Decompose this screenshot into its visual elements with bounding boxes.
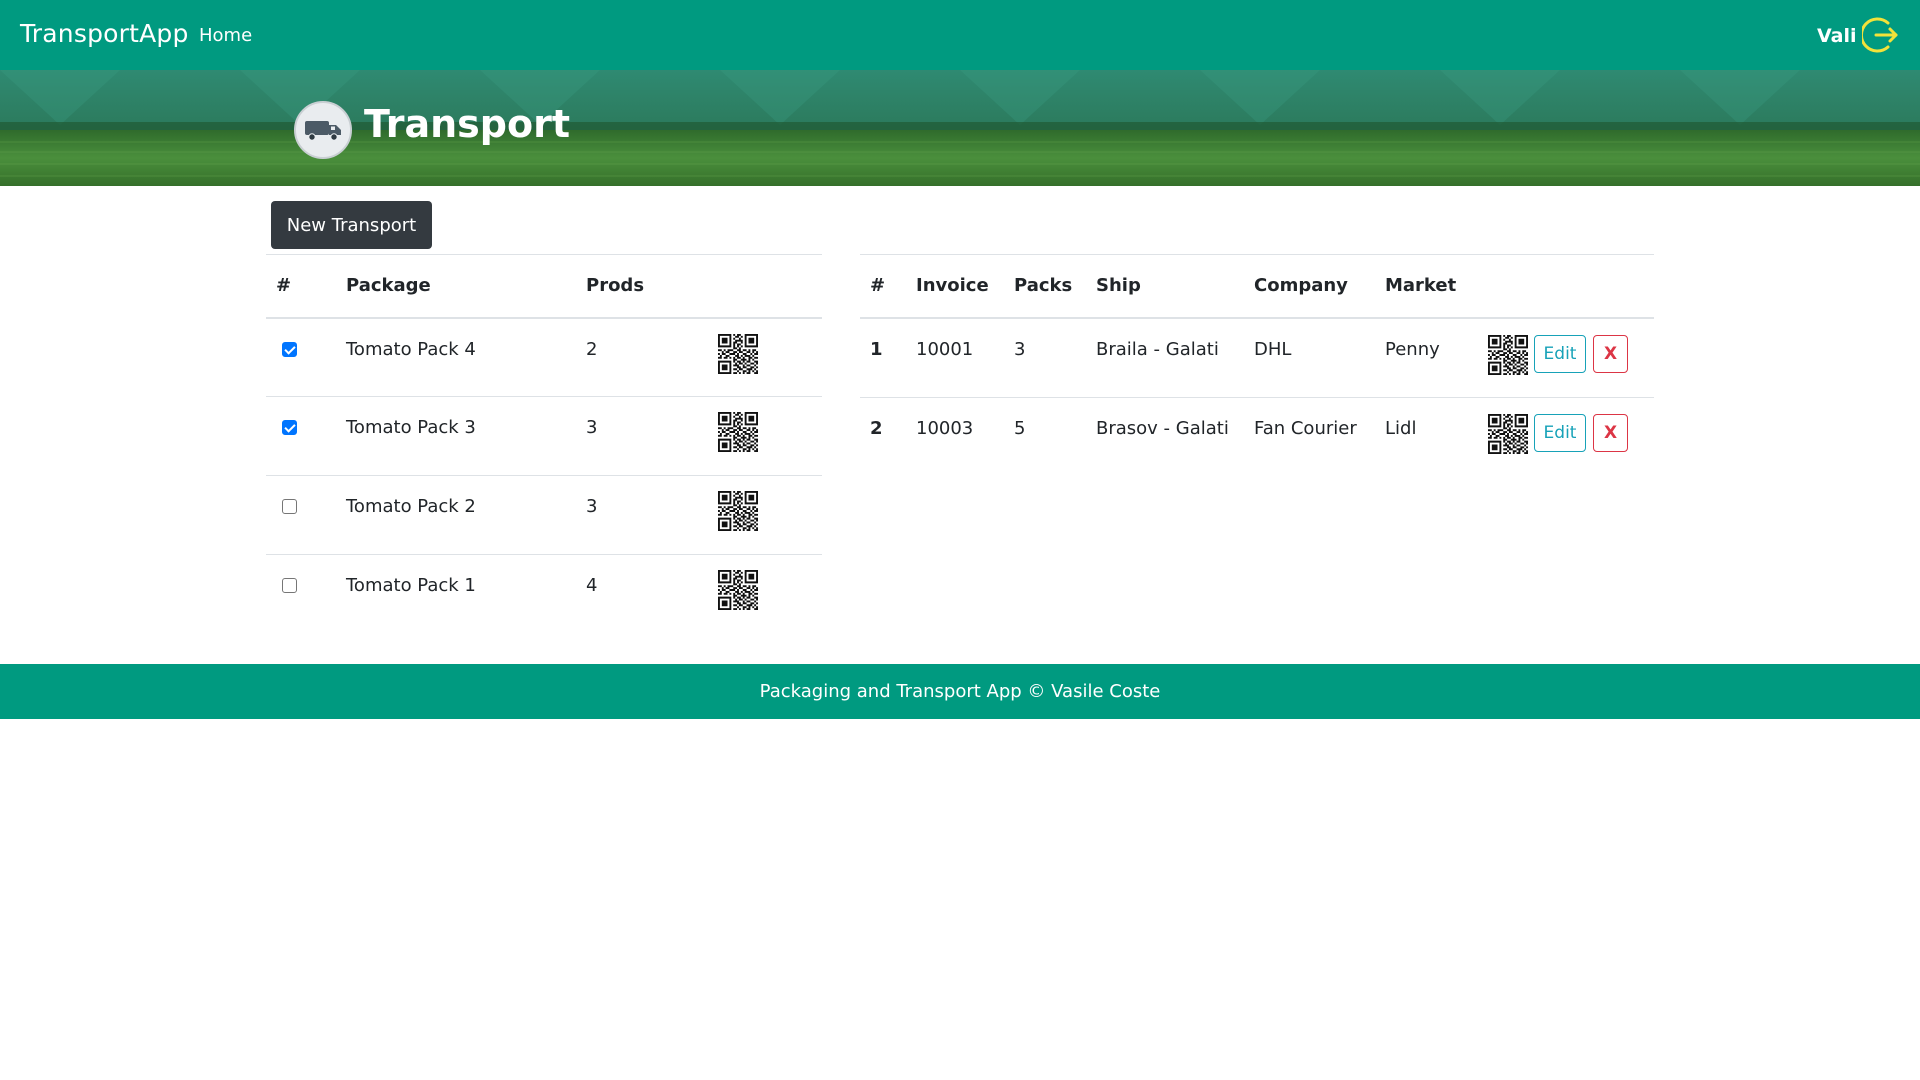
transport-packs: 5 xyxy=(1004,397,1086,478)
transport-number: 1 xyxy=(860,317,906,398)
truck-icon xyxy=(294,101,352,159)
edit-button[interactable]: Edit xyxy=(1534,414,1586,452)
packages-table: # Package Prods Tomato Pack 4 2 Tomato Pac… xyxy=(266,254,822,634)
transport-number: 2 xyxy=(860,397,906,478)
package-prods: 3 xyxy=(576,475,708,555)
delete-button[interactable]: X xyxy=(1593,414,1628,452)
package-name: Tomato Pack 2 xyxy=(336,475,576,555)
table-row: 1 10001 3 Braila - Galati DHL Penny Edit X xyxy=(860,317,1654,398)
column-header-prods: Prods xyxy=(576,254,708,319)
package-prods: 4 xyxy=(576,554,708,634)
table-row: 2 10003 5 Brasov - Galati Fan Courier Lidl Edi… xyxy=(860,397,1654,478)
qr-cell xyxy=(708,554,822,634)
transport-company: DHL xyxy=(1244,317,1375,398)
transport-invoice: 10001 xyxy=(906,317,1004,398)
field-background-image xyxy=(0,70,1920,186)
transports-table: # Invoice Packs Ship Company Market 1 100… xyxy=(860,254,1654,478)
logout-icon[interactable] xyxy=(1862,15,1902,55)
column-header-ship: Ship xyxy=(1086,254,1244,319)
nav-link-home[interactable]: Home xyxy=(199,25,252,46)
footer: Packaging and Transport App © Vasile Cos… xyxy=(0,664,1920,719)
package-prods: 3 xyxy=(576,396,708,476)
transport-ship: Braila - Galati xyxy=(1086,317,1244,398)
new-transport-button[interactable]: New Transport xyxy=(271,201,432,249)
select-cell xyxy=(266,396,336,476)
select-cell xyxy=(266,317,336,397)
transport-ship: Brasov - Galati xyxy=(1086,397,1244,478)
column-header-number: # xyxy=(266,254,336,319)
select-cell xyxy=(266,554,336,634)
table-row: Tomato Pack 42 xyxy=(266,317,822,397)
user-name: Vali xyxy=(1817,25,1857,47)
qr-cell xyxy=(708,475,822,555)
column-header-actions xyxy=(1478,254,1654,319)
table-row: Tomato Pack 23 xyxy=(266,475,822,555)
qr-cell xyxy=(708,396,822,476)
qr-code-icon[interactable] xyxy=(718,491,758,531)
package-checkbox[interactable] xyxy=(282,341,297,357)
row-actions: Edit X xyxy=(1478,397,1654,478)
column-header-qr xyxy=(708,254,822,319)
package-checkbox[interactable] xyxy=(282,578,297,593)
column-header-market: Market xyxy=(1375,254,1478,319)
qr-code-icon[interactable] xyxy=(1488,414,1528,454)
qr-code-icon[interactable] xyxy=(718,333,758,374)
qr-code-icon[interactable] xyxy=(1488,334,1528,375)
transport-packs: 3 xyxy=(1004,317,1086,398)
column-header-invoice: Invoice xyxy=(906,254,1004,319)
package-checkbox[interactable] xyxy=(282,420,297,435)
qr-code-icon[interactable] xyxy=(718,570,758,610)
top-navbar: TransportApp Home Vali xyxy=(0,0,1920,70)
package-prods: 2 xyxy=(576,317,708,397)
column-header-packs: Packs xyxy=(1004,254,1086,319)
column-header-package: Package xyxy=(336,254,576,319)
table-row: Tomato Pack 33 xyxy=(266,396,822,476)
table-row: Tomato Pack 14 xyxy=(266,554,822,634)
package-name: Tomato Pack 4 xyxy=(336,317,576,397)
qr-code-icon[interactable] xyxy=(718,412,758,452)
transport-company: Fan Courier xyxy=(1244,397,1375,478)
select-cell xyxy=(266,475,336,555)
page-title: Transport xyxy=(364,102,571,146)
transport-market: Penny xyxy=(1375,317,1478,398)
transport-invoice: 10003 xyxy=(906,397,1004,478)
column-header-number: # xyxy=(860,254,906,319)
delete-button[interactable]: X xyxy=(1593,334,1628,373)
row-actions: Edit X xyxy=(1478,317,1654,398)
package-name: Tomato Pack 1 xyxy=(336,554,576,634)
package-checkbox[interactable] xyxy=(282,499,297,514)
qr-cell xyxy=(708,317,822,397)
app-brand[interactable]: TransportApp xyxy=(20,19,189,48)
hero-banner: Transport xyxy=(0,70,1920,186)
edit-button[interactable]: Edit xyxy=(1534,334,1586,373)
transport-market: Lidl xyxy=(1375,397,1478,478)
column-header-company: Company xyxy=(1244,254,1375,319)
package-name: Tomato Pack 3 xyxy=(336,396,576,476)
